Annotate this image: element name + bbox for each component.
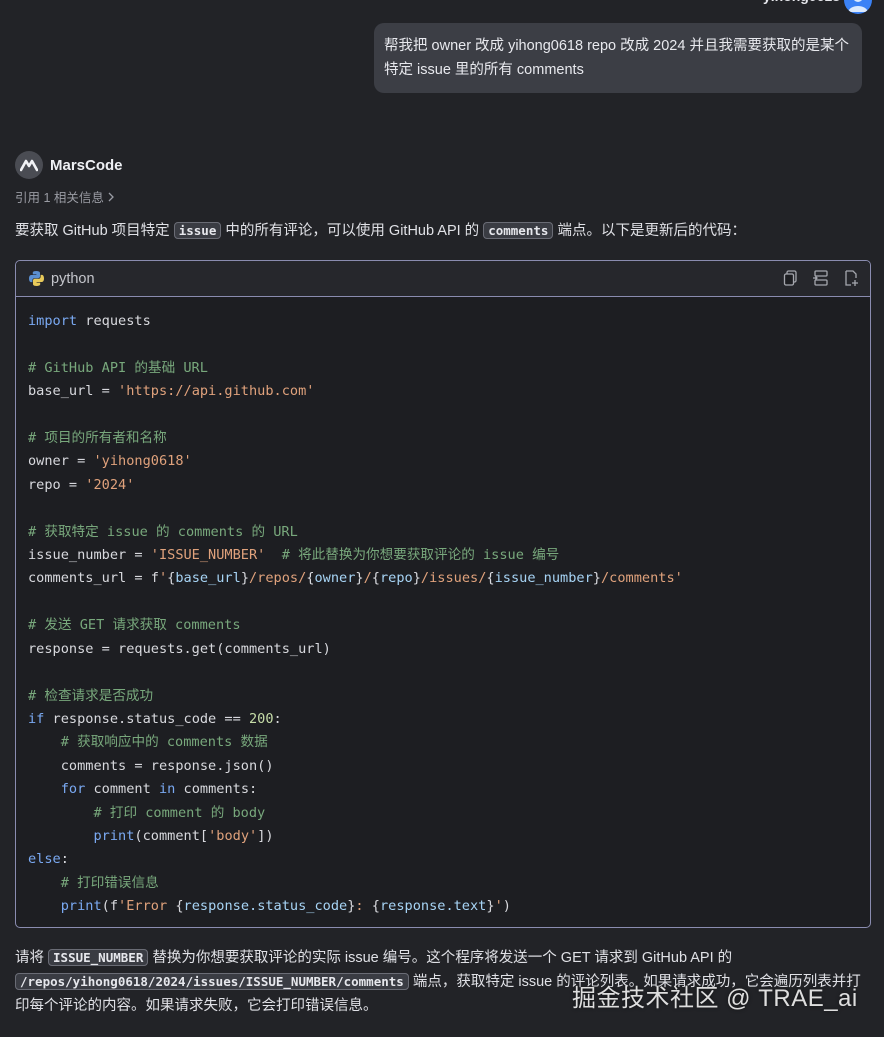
inline-code-issue: issue bbox=[173, 222, 222, 239]
references-link[interactable]: 引用 1 相关信息 bbox=[15, 187, 115, 206]
outro-text-2: 替换为你想要获取评论的实际 issue 编号。这个程序将发送一个 GET 请求到… bbox=[148, 950, 733, 966]
marscode-logo-icon bbox=[15, 151, 43, 179]
assistant-intro-text: 要获取 GitHub 项目特定 issue 中的所有评论，可以使用 GitHub… bbox=[15, 219, 875, 243]
code-content: import requests # GitHub API 的基础 URL bas… bbox=[28, 313, 683, 915]
user-avatar-icon[interactable] bbox=[844, 0, 872, 14]
user-message-bubble: 帮我把 owner 改成 yihong0618 repo 改成 2024 并且我… bbox=[374, 23, 862, 93]
code-language-label: python bbox=[51, 270, 95, 287]
insert-icon[interactable] bbox=[812, 269, 830, 287]
intro-text-3: 端点。以下是更新后的代码： bbox=[553, 223, 746, 239]
new-file-icon[interactable] bbox=[842, 269, 860, 287]
references-label: 引用 1 相关信息 bbox=[15, 191, 104, 205]
intro-text-2: 中的所有评论，可以使用 GitHub API 的 bbox=[221, 223, 484, 239]
outro-text-1: 请将 bbox=[15, 950, 49, 966]
user-name: yihong0618 bbox=[763, 0, 840, 4]
inline-code-endpoint: /repos/yihong0618/2024/issues/ISSUE_NUMB… bbox=[15, 973, 409, 990]
code-toolbar bbox=[782, 269, 860, 287]
code-block: python import requests # GitHub API 的基础 … bbox=[15, 260, 871, 928]
assistant-name: MarsCode bbox=[50, 156, 123, 174]
inline-code-comments: comments bbox=[483, 222, 554, 239]
chevron-right-icon bbox=[108, 192, 114, 201]
intro-text-1: 要获取 GitHub 项目特定 bbox=[15, 223, 174, 239]
python-icon bbox=[29, 271, 44, 286]
assistant-header: MarsCode bbox=[15, 151, 123, 179]
code-block-header: python bbox=[16, 261, 870, 297]
watermark: 掘金技术社区 @ TRAE_ai bbox=[572, 985, 858, 1012]
copy-icon[interactable] bbox=[782, 269, 800, 287]
inline-code-issue-number: ISSUE_NUMBER bbox=[48, 949, 149, 966]
